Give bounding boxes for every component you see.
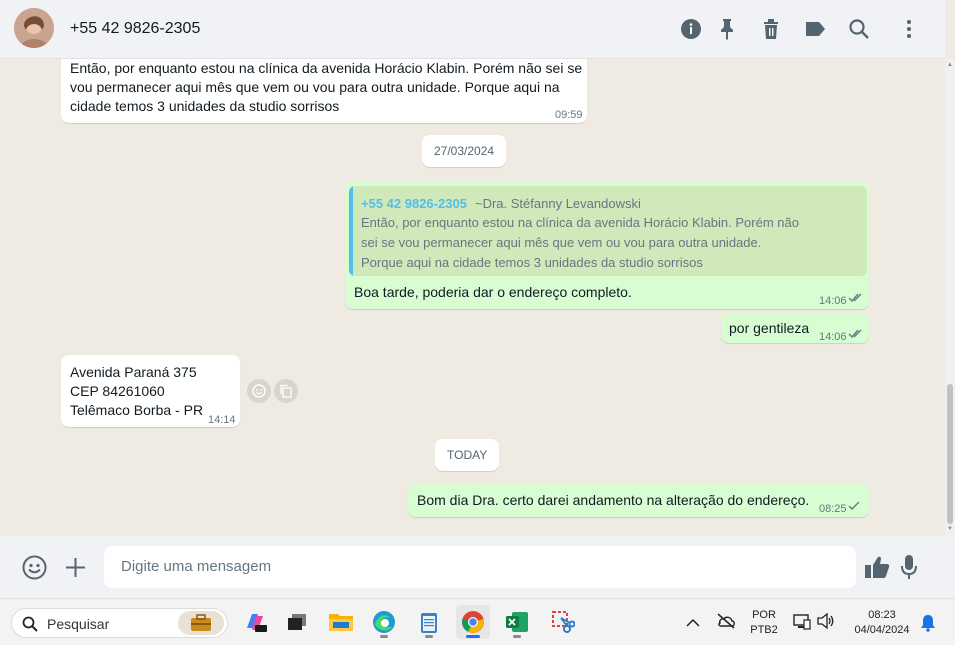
thumbs-up-icon[interactable]: [864, 555, 890, 584]
date-separator: 27/03/2024: [422, 135, 507, 167]
microphone-icon[interactable]: [900, 554, 918, 585]
quote-line: Então, por enquanto estou na clínica da …: [361, 215, 799, 230]
clock-time: 08:23: [868, 609, 896, 621]
snipping-tool-icon[interactable]: [546, 605, 580, 639]
message-text: Boa tarde, poderia dar o endereço comple…: [354, 284, 632, 300]
quote-author-name: ~Dra. Stéfanny Levandowski: [475, 196, 641, 211]
copilot-icon[interactable]: [238, 605, 272, 639]
message-line: cidade temos 3 unidades da studio sorris…: [70, 98, 340, 114]
message-text: Avenida Paraná 375 CEP 84261060 Telêmaco…: [70, 363, 203, 420]
network-icon[interactable]: [793, 612, 811, 635]
message-line: CEP 84261060: [70, 383, 165, 399]
message-time: 08:25: [819, 503, 847, 515]
search-icon: [22, 616, 38, 632]
taskbar-search[interactable]: Pesquisar: [11, 608, 228, 638]
chevron-up-icon[interactable]: [686, 615, 700, 633]
language-indicator[interactable]: POR PTB2: [748, 608, 780, 638]
chat-area: Então, por enquanto estou na clínica da …: [0, 59, 945, 536]
label-icon[interactable]: [803, 17, 827, 41]
quote-accent-bar: [349, 186, 353, 276]
contact-avatar[interactable]: [14, 8, 54, 48]
scroll-up-arrow-icon[interactable]: ▲: [946, 62, 954, 68]
message-time: 14:06: [819, 331, 847, 343]
scroll-thumb[interactable]: [947, 384, 953, 524]
running-indicator: [425, 635, 433, 638]
message-incoming[interactable]: Então, por enquanto estou na clínica da …: [61, 59, 587, 123]
chrome-browser-icon[interactable]: [456, 605, 490, 639]
message-text: Então, por enquanto estou na clínica da …: [70, 59, 585, 116]
message-time: 14:06: [819, 295, 847, 307]
emoji-icon[interactable]: [22, 555, 47, 585]
quote-line: sei se vou permanecer aqui mês que vem o…: [361, 235, 762, 250]
search-icon[interactable]: [847, 17, 871, 41]
copy-icon: [280, 384, 292, 398]
contact-name[interactable]: +55 42 9826-2305: [70, 20, 200, 38]
volume-icon[interactable]: [817, 612, 835, 634]
clock-date: 04/04/2024: [854, 624, 910, 636]
excel-icon[interactable]: [500, 605, 534, 639]
message-line: Então, por enquanto estou na clínica da …: [70, 60, 583, 76]
message-outgoing[interactable]: +55 42 9826-2305 ~Dra. Stéfanny Levandow…: [345, 182, 869, 309]
message-text: por gentileza: [729, 320, 810, 336]
briefcase-icon: [178, 611, 224, 635]
quote-text: Então, por enquanto estou na clínica da …: [361, 213, 811, 273]
message-input[interactable]: Digite uma mensagem: [104, 546, 856, 588]
info-icon[interactable]: [679, 17, 703, 41]
message-input-placeholder: Digite uma mensagem: [121, 558, 272, 575]
quote-author: +55 42 9826-2305: [361, 196, 467, 211]
message-line: Telêmaco Borba - PR: [70, 402, 204, 418]
language-code: POR: [752, 609, 776, 621]
message-time: 14:14: [208, 414, 236, 426]
notepad-icon[interactable]: [412, 605, 446, 639]
message-outgoing[interactable]: por gentileza 14:06: [721, 313, 869, 343]
message-incoming[interactable]: Avenida Paraná 375 CEP 84261060 Telêmaco…: [61, 355, 240, 427]
quoted-message[interactable]: +55 42 9826-2305 ~Dra. Stéfanny Levandow…: [349, 186, 867, 276]
message-line: vou permanecer aqui mês que vem ou vou p…: [70, 79, 560, 95]
quote-line: Porque aqui na cidade temos 3 unidades d…: [361, 255, 703, 270]
notification-bell-icon[interactable]: [920, 614, 936, 637]
double-check-icon: [848, 293, 862, 303]
scroll-down-arrow-icon[interactable]: ▼: [946, 526, 954, 532]
running-indicator: [513, 635, 521, 638]
copy-button[interactable]: [274, 379, 298, 403]
active-indicator: [466, 635, 480, 638]
double-check-icon: [848, 329, 862, 339]
chat-header: +55 42 9826-2305: [0, 0, 945, 59]
smiley-icon: [252, 384, 266, 398]
clock[interactable]: 08:23 04/04/2024: [846, 608, 918, 638]
delete-icon[interactable]: [759, 17, 783, 41]
menu-icon[interactable]: [897, 17, 921, 41]
task-view-icon[interactable]: [280, 605, 314, 639]
message-text: Bom dia Dra. certo darei andamento na al…: [417, 492, 810, 508]
attach-plus-icon[interactable]: [65, 557, 86, 583]
check-icon: [848, 501, 860, 510]
edge-browser-icon[interactable]: [367, 605, 401, 639]
file-explorer-icon[interactable]: [324, 605, 358, 639]
message-line: Avenida Paraná 375: [70, 364, 197, 380]
windows-taskbar: Pesquisar POR PTB2 08:23 04/04/2024: [0, 598, 955, 645]
pin-icon[interactable]: [715, 17, 739, 41]
chat-scrollbar[interactable]: ▲ ▼: [945, 59, 955, 536]
message-composer: Digite uma mensagem: [0, 536, 955, 598]
date-separator: TODAY: [435, 439, 500, 471]
onedrive-offline-icon[interactable]: [716, 613, 736, 634]
running-indicator: [380, 635, 388, 638]
message-outgoing[interactable]: Bom dia Dra. certo darei andamento na al…: [408, 483, 869, 517]
taskbar-search-placeholder: Pesquisar: [47, 616, 110, 632]
keyboard-layout: PTB2: [750, 624, 778, 636]
emoji-reaction-button[interactable]: [247, 379, 271, 403]
message-time: 09:59: [555, 109, 583, 121]
